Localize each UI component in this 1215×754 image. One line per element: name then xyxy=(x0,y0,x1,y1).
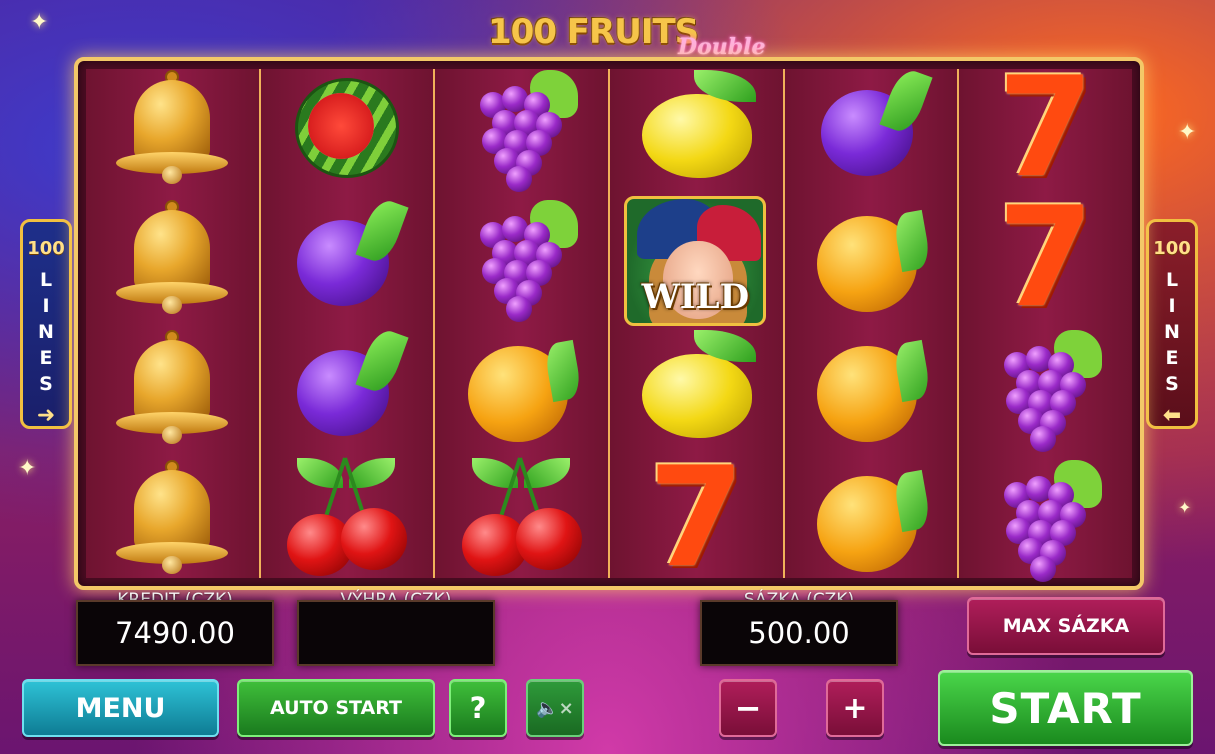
reel-cell xyxy=(86,453,259,583)
lemon-symbol xyxy=(636,328,757,448)
arrow-right-icon: ➜ xyxy=(36,403,56,428)
reel-cell xyxy=(435,453,608,583)
lines-label: L I N E S xyxy=(1164,269,1180,395)
auto-start-button[interactable]: AUTO START xyxy=(237,679,435,737)
reel-cell xyxy=(261,323,434,453)
reel-column xyxy=(260,69,436,578)
reel-column xyxy=(435,69,611,578)
decrease-bet-button[interactable]: − xyxy=(719,679,777,737)
wild-label: WILD xyxy=(641,277,750,317)
bell-symbol xyxy=(112,68,232,188)
reel-column: 77 xyxy=(959,61,1133,582)
seven-symbol: 7 xyxy=(648,437,745,590)
reel-column: WILD 7 xyxy=(610,69,785,586)
reels-frame: WILD 7 7 7 xyxy=(74,57,1144,590)
reel-column xyxy=(784,66,960,578)
arrow-left-icon: ⬅ xyxy=(1162,403,1182,428)
mute-button[interactable]: 🔈× xyxy=(526,679,584,737)
orange-symbol xyxy=(811,328,932,448)
credit-value: 7490.00 xyxy=(76,600,274,666)
bell-symbol xyxy=(112,198,232,318)
plum-symbol xyxy=(287,326,409,448)
reel-cell xyxy=(435,193,608,323)
logo-title: 100 FRUITS xyxy=(488,12,699,52)
speaker-mute-icon: 🔈× xyxy=(536,697,574,719)
reel-cell xyxy=(785,453,958,583)
reel-cell: 7 xyxy=(610,437,783,590)
sparkle-icon: ✦ xyxy=(1178,120,1197,145)
watermelon-symbol xyxy=(287,68,407,188)
lemon-symbol xyxy=(636,68,757,188)
cherry-symbol xyxy=(461,457,582,578)
bell-symbol xyxy=(112,458,232,578)
help-button[interactable]: ? xyxy=(449,679,507,737)
reel-cell xyxy=(785,323,958,453)
lines-indicator-left: 100 L I N E S ➜ xyxy=(20,219,72,429)
seven-symbol: 7 xyxy=(997,57,1094,208)
grapes-symbol xyxy=(462,198,582,322)
win-value xyxy=(297,600,495,666)
reel-cell xyxy=(959,453,1132,583)
increase-bet-button[interactable]: + xyxy=(826,679,884,737)
sparkle-icon: ✦ xyxy=(18,456,37,481)
sparkle-icon: ✦ xyxy=(1178,498,1192,517)
reel-cell xyxy=(435,63,608,193)
grapes-symbol xyxy=(462,68,582,192)
reel-cell xyxy=(959,323,1132,453)
bell-symbol xyxy=(112,328,232,448)
bet-value: 500.00 xyxy=(700,600,898,666)
reel-cell xyxy=(261,193,434,323)
reel-cell xyxy=(435,323,608,453)
reel-cell xyxy=(785,63,958,193)
sparkle-icon: ✦ xyxy=(30,10,49,35)
reel-cell xyxy=(785,193,958,323)
orange-symbol xyxy=(811,458,932,578)
lines-label: L I N E S xyxy=(38,269,54,395)
reel-cell: 7 xyxy=(959,57,1132,208)
reel-cell: WILD xyxy=(610,193,783,326)
reels-grid: WILD 7 7 7 xyxy=(86,61,1133,586)
orange-symbol xyxy=(462,328,583,448)
plum-symbol xyxy=(287,196,409,318)
grapes-symbol xyxy=(986,328,1106,452)
reel-column xyxy=(86,69,261,578)
menu-button[interactable]: MENU xyxy=(22,679,219,737)
cherry-symbol xyxy=(287,457,407,578)
grapes-symbol xyxy=(986,458,1106,582)
orange-symbol xyxy=(811,198,932,318)
plum-symbol xyxy=(811,66,933,188)
reel-cell: 7 xyxy=(959,177,1132,338)
lines-indicator-right: 100 L I N E S ⬅ xyxy=(1146,219,1198,429)
lines-count: 100 xyxy=(27,238,65,259)
reel-cell xyxy=(261,63,434,193)
max-bet-button[interactable]: MAX SÁZKA xyxy=(967,597,1165,655)
reel-cell xyxy=(86,323,259,453)
wild-symbol: WILD xyxy=(622,188,770,328)
seven-symbol: 7 xyxy=(997,177,1094,338)
reel-cell xyxy=(86,193,259,323)
reel-cell xyxy=(610,323,783,453)
reel-cell xyxy=(86,63,259,193)
reel-cell xyxy=(610,63,783,193)
start-button[interactable]: START xyxy=(938,670,1193,746)
lines-count: 100 xyxy=(1153,238,1191,259)
reel-cell xyxy=(261,453,434,583)
